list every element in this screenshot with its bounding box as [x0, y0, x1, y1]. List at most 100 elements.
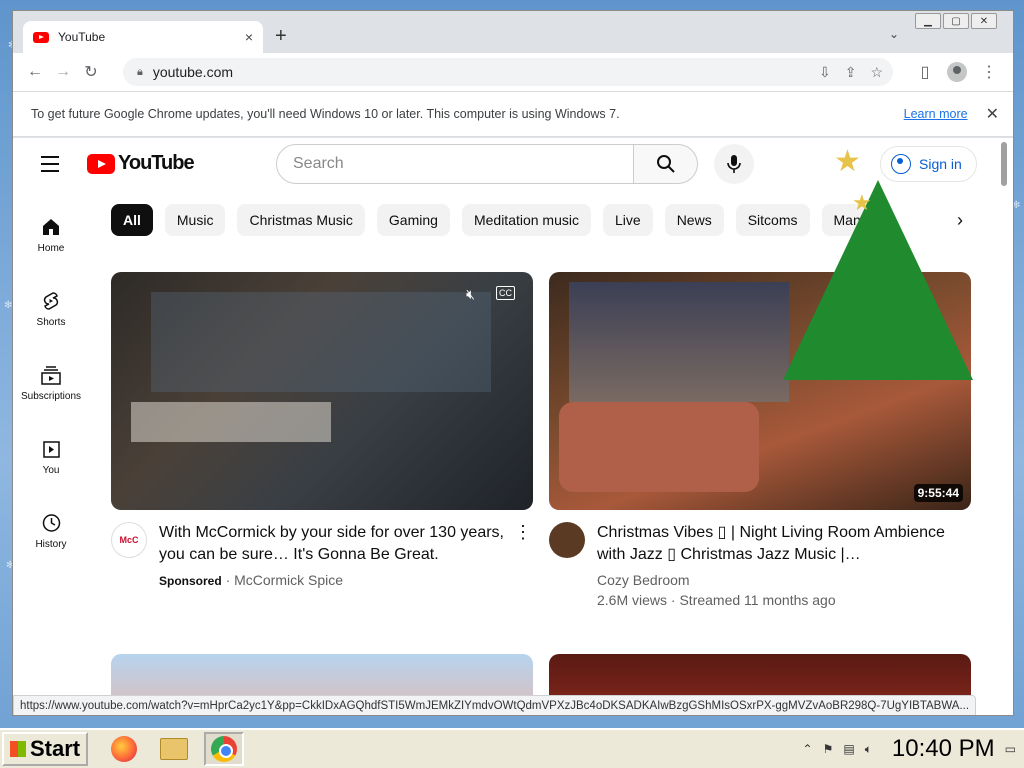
video-byline: Sponsored · McCormick Spice	[159, 570, 513, 591]
guide-label: Subscriptions	[20, 390, 82, 402]
muted-speaker-icon[interactable]: 🔇︎	[466, 286, 475, 303]
window-controls: ▁ ▢ ✕	[915, 13, 997, 29]
channel-name[interactable]: McCormick Spice	[234, 572, 343, 588]
channel-avatar[interactable]: McC	[111, 522, 147, 558]
minimize-button[interactable]: ▁	[915, 13, 941, 29]
subscriptions-icon	[41, 365, 61, 385]
search-input[interactable]	[293, 155, 633, 173]
firefox-icon	[111, 736, 138, 762]
toolbar-right: ▯ ⋮	[911, 58, 1003, 86]
close-window-button[interactable]: ✕	[971, 13, 997, 29]
learn-more-link[interactable]: Learn more	[904, 107, 968, 121]
chrome-icon	[211, 736, 238, 762]
youtube-logo[interactable]: YouTube	[87, 152, 195, 175]
side-panel-icon[interactable]: ▯	[911, 58, 939, 86]
address-url[interactable]: youtube.com	[153, 64, 819, 80]
youtube-wordmark: YouTube	[118, 152, 195, 174]
browser-toolbar: ← → ↻ 🔒︎ youtube.com ⇩ ⇪ ☆ ▯ ⋮	[13, 53, 1013, 91]
more-options-icon[interactable]: ⋮	[513, 522, 533, 591]
chip-christmas-music[interactable]: Christmas Music	[237, 204, 365, 236]
shorts-icon	[43, 291, 59, 310]
chip-live[interactable]: Live	[603, 204, 653, 236]
voice-search-button[interactable]	[714, 144, 754, 184]
history-icon	[42, 513, 61, 532]
byline-separator: ·	[225, 572, 235, 588]
taskbar: Start ⌃ ⚑ ▤ 🔈︎ 10:40 PM ▭	[0, 728, 1024, 768]
show-desktop-icon[interactable]: ▭	[1005, 742, 1016, 756]
guide-label: You	[42, 464, 60, 476]
update-infobar: To get future Google Chrome updates, you…	[13, 91, 1013, 137]
page-scrollbar[interactable]	[1001, 142, 1007, 186]
taskbar-chrome[interactable]	[204, 732, 245, 766]
back-arrow-icon[interactable]: ←	[21, 58, 49, 86]
video-text: With McCormick by your side for over 130…	[159, 522, 513, 591]
youtube-play-icon	[87, 153, 115, 174]
chip-gaming[interactable]: Gaming	[376, 204, 450, 236]
search-box	[276, 144, 634, 184]
duration-badge: 9:55:44	[913, 484, 963, 502]
start-button[interactable]: Start	[2, 732, 89, 766]
thumbnail-scene	[559, 402, 759, 492]
reload-icon[interactable]: ↻	[77, 58, 105, 86]
search-button[interactable]	[634, 144, 698, 184]
system-tray: ⌃ ⚑ ▤ 🔈︎ 10:40 PM ▭	[803, 730, 1024, 768]
video-thumbnail[interactable]: 🔇︎ CC	[111, 272, 533, 510]
guide-label: Home	[37, 242, 65, 254]
video-meta: Christmas Vibes ▯ | Night Living Room Am…	[549, 522, 971, 610]
christmas-tree-icon	[783, 180, 973, 380]
guide-item-shorts[interactable]: Shorts	[13, 272, 89, 346]
chip-meditation-music[interactable]: Meditation music	[461, 204, 591, 236]
folder-icon	[160, 738, 189, 760]
omnibox-actions: ⇩ ⇪ ☆	[819, 64, 893, 81]
clock[interactable]: 10:40 PM	[892, 735, 995, 763]
video-title[interactable]: With McCormick by your side for over 130…	[159, 522, 513, 566]
tree-star-icon: ★	[852, 190, 872, 215]
tray-expand-icon[interactable]: ⌃	[803, 742, 813, 756]
tab-close-icon[interactable]: ×	[245, 29, 253, 45]
maximize-button[interactable]: ▢	[943, 13, 969, 29]
chip-music[interactable]: Music	[164, 204, 226, 236]
bookmark-star-icon[interactable]: ☆	[870, 64, 883, 81]
taskbar-firefox[interactable]	[104, 732, 144, 766]
youtube-favicon-icon	[33, 31, 49, 43]
new-tab-button[interactable]: +	[275, 25, 287, 48]
video-title[interactable]: Christmas Vibes ▯ | Night Living Room Am…	[597, 522, 971, 566]
chip-all[interactable]: All	[111, 204, 153, 236]
action-center-icon[interactable]: ⚑	[823, 742, 834, 756]
tab-search-icon[interactable]: ⌄	[889, 27, 899, 41]
search-icon	[656, 155, 675, 173]
tab-youtube[interactable]: YouTube ×	[23, 21, 263, 53]
tree-star-icon: ★	[834, 145, 861, 178]
profile-avatar-icon[interactable]	[947, 62, 967, 82]
library-icon	[43, 440, 60, 458]
chip-news[interactable]: News	[664, 204, 724, 236]
chrome-menu-icon[interactable]: ⋮	[975, 58, 1003, 86]
guide-item-you[interactable]: You	[13, 420, 89, 494]
guide-item-subscriptions[interactable]: Subscriptions	[13, 346, 89, 420]
guide-item-home[interactable]: Home	[13, 198, 89, 272]
volume-icon[interactable]: 🔈︎	[865, 742, 872, 757]
lock-icon: 🔒︎	[137, 65, 143, 78]
guide-item-history[interactable]: History	[13, 494, 89, 568]
video-text: Christmas Vibes ▯ | Night Living Room Am…	[597, 522, 971, 610]
home-icon	[43, 218, 59, 235]
captions-icon[interactable]: CC	[496, 286, 515, 300]
infobar-close-icon[interactable]: ✕	[986, 104, 999, 124]
channel-avatar[interactable]	[549, 522, 585, 558]
sponsored-badge: Sponsored	[159, 574, 222, 588]
hamburger-menu-icon[interactable]	[41, 156, 59, 177]
tab-strip: YouTube × + ⌄ ▁ ▢ ✕	[13, 11, 1013, 53]
thumbnail-scene	[569, 282, 789, 402]
video-stats: 2.6M views · Streamed 11 months ago	[597, 592, 836, 608]
network-icon[interactable]: ▤	[843, 742, 854, 756]
share-icon[interactable]: ⇪	[845, 64, 857, 81]
forward-arrow-icon[interactable]: →	[49, 58, 77, 86]
christmas-tree-gadget[interactable]: ★ ★	[768, 145, 988, 430]
channel-name[interactable]: Cozy Bedroom	[597, 570, 971, 590]
install-app-icon[interactable]: ⇩	[819, 64, 831, 81]
thumbnail-scene	[131, 402, 331, 442]
taskbar-explorer[interactable]	[154, 732, 194, 766]
guide-sidebar: Home Shorts Subscriptions You History	[13, 198, 89, 568]
guide-label: Shorts	[36, 316, 66, 328]
address-bar[interactable]: 🔒︎ youtube.com ⇩ ⇪ ☆	[123, 58, 893, 86]
